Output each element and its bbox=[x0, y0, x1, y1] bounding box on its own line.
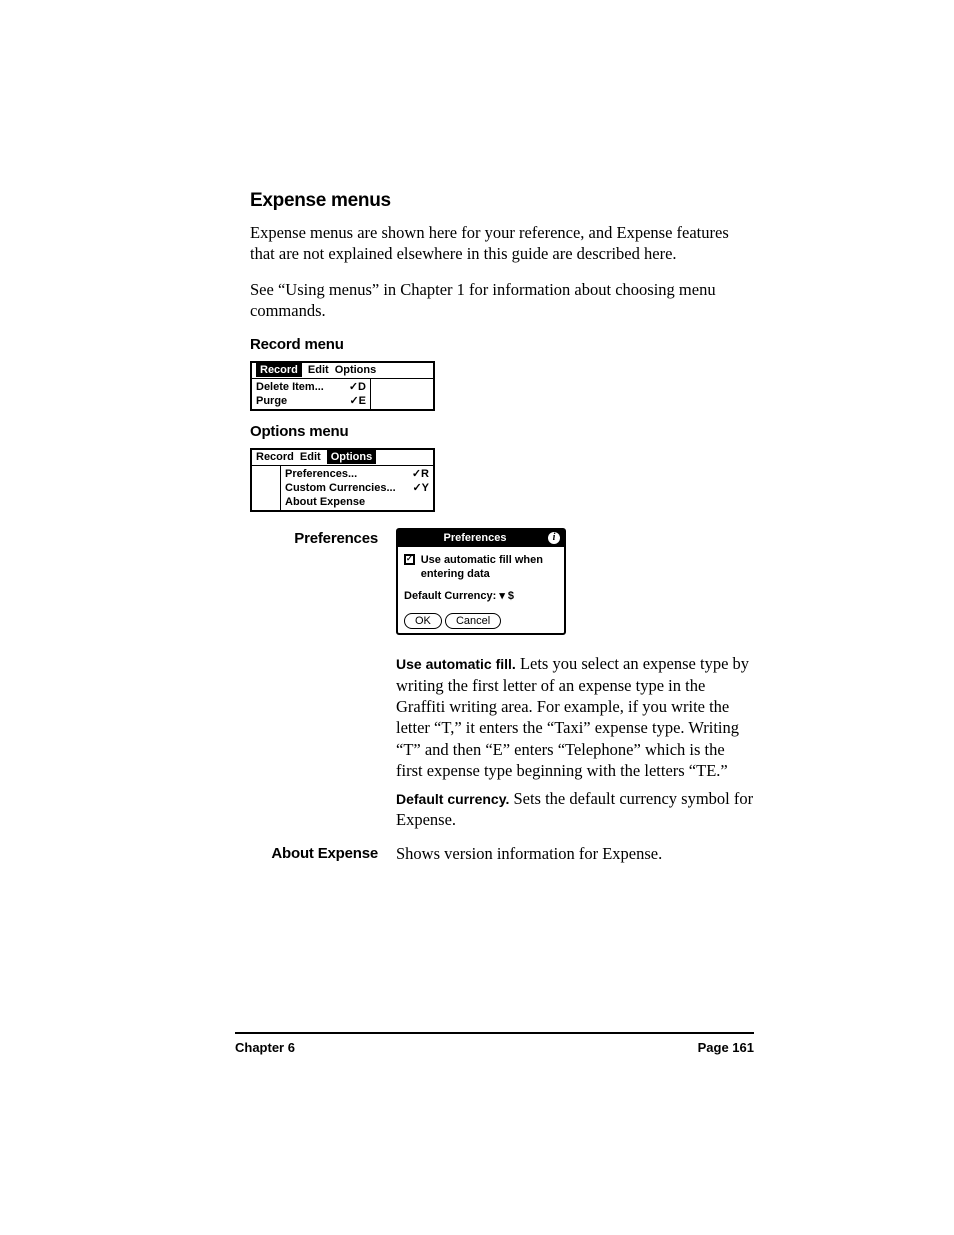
page: Expense menus Expense menus are shown he… bbox=[0, 0, 954, 1235]
menu-bar: Record Edit Options bbox=[252, 363, 433, 379]
menu-item-preferences: Preferences... ✓R bbox=[281, 467, 433, 481]
menu-item-label: Delete Item... bbox=[256, 380, 324, 394]
dialog-buttons: OK Cancel bbox=[404, 613, 558, 629]
heading-expense-menus: Expense menus bbox=[250, 190, 754, 212]
menu-item-label: Purge bbox=[256, 394, 287, 408]
record-menu-mock: Record Edit Options Delete Item... ✓D Pu… bbox=[250, 361, 435, 411]
dialog-body: ✓ Use automatic fill when entering data … bbox=[398, 547, 564, 633]
footer-chapter: Chapter 6 bbox=[235, 1040, 295, 1055]
ok-button: OK bbox=[404, 613, 442, 629]
menu-bar-options: Options bbox=[327, 450, 377, 464]
menu-item-shortcut: ✓E bbox=[349, 394, 366, 408]
term-about-expense: About Expense bbox=[250, 843, 396, 862]
menu-bar-record: Record bbox=[256, 450, 294, 464]
use-auto-fill-body: Lets you select an expense type by writi… bbox=[396, 654, 749, 780]
preferences-dialog-mock: Preferences i ✓ Use automatic fill when … bbox=[396, 528, 566, 635]
default-currency-title: Default currency. bbox=[396, 791, 509, 807]
menu-item-label: Custom Currencies... bbox=[285, 481, 396, 495]
auto-fill-label: Use automatic fill when entering data bbox=[421, 553, 558, 581]
menu-bar-edit: Edit bbox=[300, 450, 321, 464]
menu-bar-edit: Edit bbox=[308, 363, 329, 377]
options-dropdown: Preferences... ✓R Custom Currencies... ✓… bbox=[280, 465, 434, 511]
about-expense-body: Shows version information for Expense. bbox=[396, 843, 754, 864]
menu-item-shortcut: ✓D bbox=[349, 380, 366, 394]
record-dropdown: Delete Item... ✓D Purge ✓E bbox=[251, 378, 371, 410]
menu-item-delete: Delete Item... ✓D bbox=[252, 380, 370, 394]
info-icon: i bbox=[548, 532, 560, 544]
menu-item-label: Preferences... bbox=[285, 467, 357, 481]
default-currency-paragraph: Default currency. Sets the default curre… bbox=[396, 788, 754, 831]
menu-bar-options: Options bbox=[335, 363, 377, 377]
intro-paragraph-2: See “Using menus” in Chapter 1 for infor… bbox=[250, 279, 754, 322]
checkbox-icon: ✓ bbox=[404, 554, 415, 565]
menu-item-about-expense: About Expense bbox=[281, 495, 433, 509]
dialog-titlebar: Preferences i bbox=[398, 530, 564, 547]
menu-bar-record: Record bbox=[256, 363, 302, 377]
use-auto-fill-title: Use automatic fill. bbox=[396, 656, 516, 672]
menu-item-shortcut: ✓R bbox=[412, 467, 429, 481]
use-auto-fill-paragraph: Use automatic fill. Lets you select an e… bbox=[396, 653, 754, 782]
menu-bar: Record Edit Options bbox=[252, 450, 433, 466]
term-preferences: Preferences bbox=[250, 528, 396, 547]
footer-page: Page 161 bbox=[698, 1040, 754, 1055]
menu-item-custom-currencies: Custom Currencies... ✓Y bbox=[281, 481, 433, 495]
options-menu-mock: Record Edit Options Preferences... ✓R Cu… bbox=[250, 448, 435, 512]
heading-options-menu: Options menu bbox=[250, 423, 754, 440]
cancel-button: Cancel bbox=[445, 613, 501, 629]
menu-item-purge: Purge ✓E bbox=[252, 394, 370, 408]
page-footer: Chapter 6 Page 161 bbox=[235, 1032, 754, 1055]
default-currency-label: Default Currency: bbox=[404, 590, 496, 602]
menu-item-shortcut: ✓Y bbox=[412, 481, 429, 495]
intro-paragraph-1: Expense menus are shown here for your re… bbox=[250, 222, 754, 265]
menu-item-label: About Expense bbox=[285, 495, 365, 509]
heading-record-menu: Record menu bbox=[250, 336, 754, 353]
auto-fill-row: ✓ Use automatic fill when entering data bbox=[404, 553, 558, 581]
dialog-title: Preferences bbox=[402, 531, 548, 545]
default-currency-row: Default Currency: ▾ $ bbox=[404, 589, 558, 603]
default-currency-value: ▾ $ bbox=[499, 590, 514, 602]
